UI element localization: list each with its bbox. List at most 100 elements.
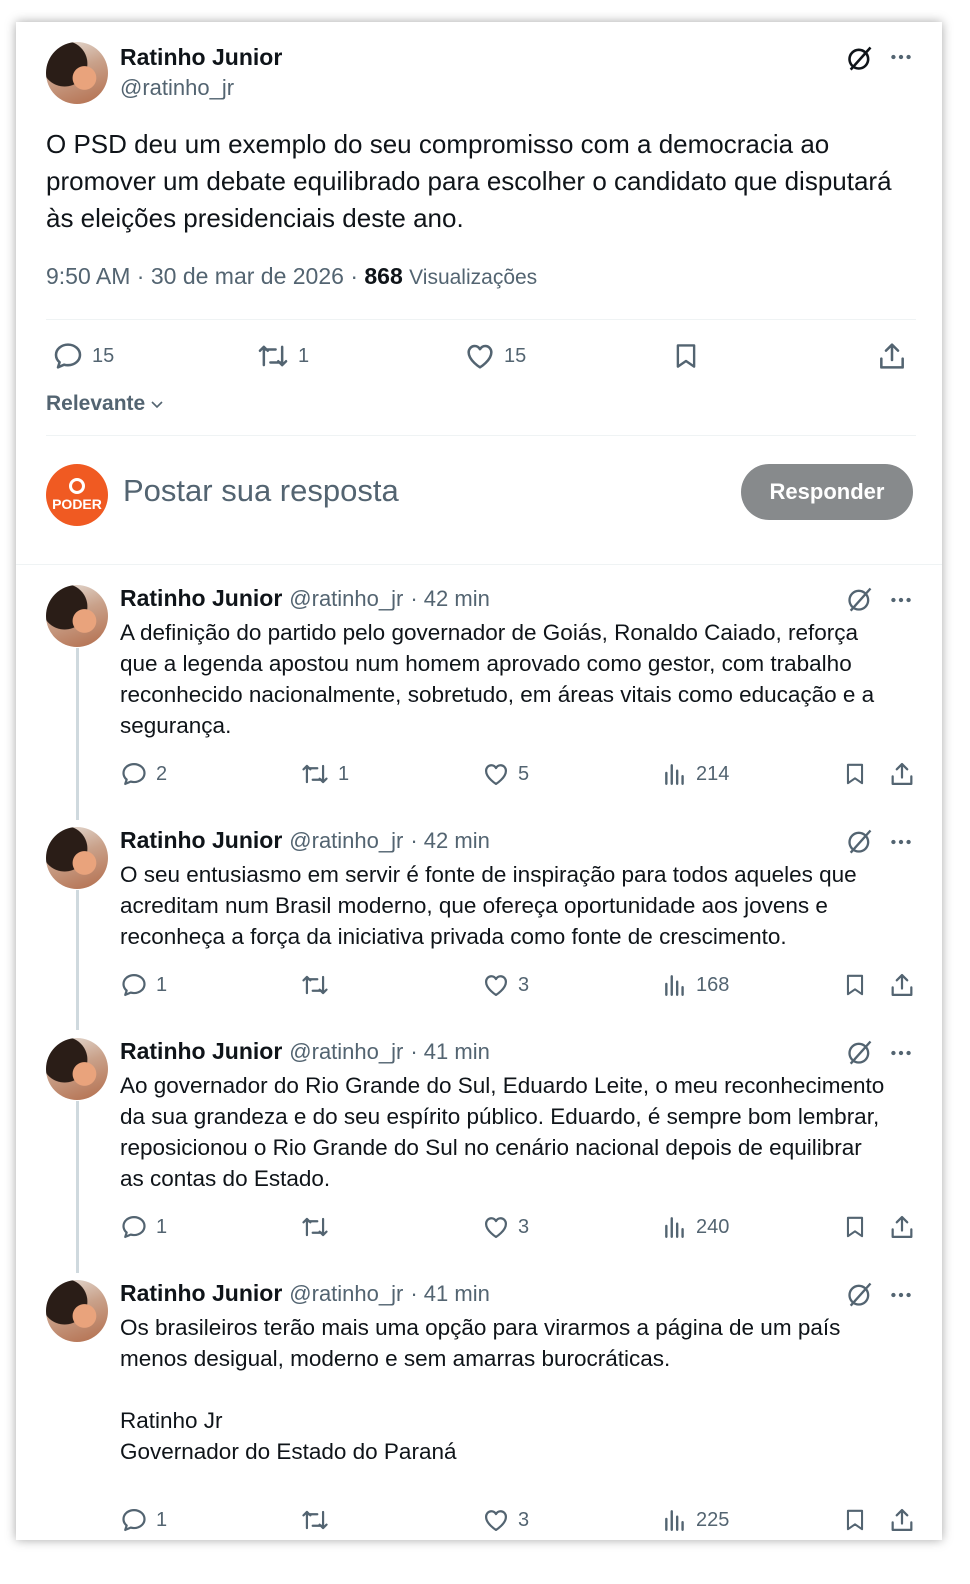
reply-button[interactable]: 1 [120, 971, 167, 999]
like-count: 5 [518, 762, 530, 785]
grok-icon[interactable] [846, 585, 874, 613]
post-date[interactable]: 30 de mar de 2026 [151, 263, 344, 289]
reply-text-line: Ao governador do Rio Grande do Sul, Edua… [120, 1073, 885, 1098]
submit-reply-button[interactable]: Responder [741, 464, 913, 520]
reply-author-handle[interactable]: @ratinho_jr [289, 828, 403, 854]
reply-input[interactable]: Postar sua resposta [123, 473, 399, 509]
reply-author-handle[interactable]: @ratinho_jr [289, 586, 403, 612]
reply-post[interactable]: Ratinho Junior @ratinho_jr · 41 min Ao g… [16, 1038, 942, 1258]
bookmark-icon [846, 974, 864, 996]
reply-author-name[interactable]: Ratinho Junior [120, 585, 282, 612]
reply-avatar[interactable] [46, 827, 108, 889]
repost-button[interactable]: 1 [256, 340, 309, 372]
grok-icon[interactable] [846, 827, 874, 855]
views-button[interactable]: 225 [662, 1506, 729, 1534]
reply-author-handle[interactable]: @ratinho_jr [289, 1039, 403, 1065]
more-options-icon[interactable] [888, 44, 914, 70]
share-button[interactable] [888, 1506, 916, 1534]
reply-text-line [120, 1374, 920, 1405]
views-button[interactable]: 214 [662, 760, 729, 788]
reply-author-name[interactable]: Ratinho Junior [120, 1280, 282, 1307]
like-button[interactable]: 5 [482, 760, 529, 788]
bookmark-button[interactable] [842, 971, 868, 999]
reply-time[interactable]: · 41 min [410, 1039, 489, 1065]
reply-author-name[interactable]: Ratinho Junior [120, 1038, 282, 1065]
views-count: 868 [364, 263, 403, 289]
reply-icon [122, 1508, 146, 1532]
reply-text-line: Os brasileiros terão mais uma opção para… [120, 1315, 841, 1340]
like-button[interactable]: 15 [464, 340, 526, 372]
repost-count: 1 [298, 344, 310, 367]
more-options-icon[interactable] [888, 1040, 914, 1066]
user-avatar[interactable]: PODER [46, 464, 108, 526]
reply-header: Ratinho Junior @ratinho_jr · 41 min [120, 1280, 490, 1307]
reply-text-line: menos desigual, moderno e sem amarras bu… [120, 1346, 671, 1371]
grok-icon[interactable] [846, 1038, 874, 1066]
views-count: 225 [696, 1508, 730, 1531]
share-icon [891, 1215, 913, 1239]
bookmark-icon [676, 344, 696, 368]
repost-button[interactable] [300, 971, 338, 999]
views-label: Visualizações [409, 266, 538, 289]
reply-time[interactable]: · 42 min [410, 828, 489, 854]
like-count: 15 [504, 344, 527, 367]
heart-icon [484, 764, 508, 786]
repost-button[interactable] [300, 1506, 338, 1534]
bookmark-button[interactable] [842, 1506, 868, 1534]
share-button[interactable] [888, 971, 916, 999]
reply-author-name[interactable]: Ratinho Junior [120, 827, 282, 854]
bookmark-button[interactable] [842, 1213, 868, 1241]
divider [46, 319, 916, 320]
reply-avatar[interactable] [46, 1038, 108, 1100]
more-options-icon[interactable] [888, 587, 914, 613]
reply-button[interactable]: 1 [120, 1506, 167, 1534]
reply-text-line: O seu entusiasmo em servir é fonte de in… [120, 862, 857, 887]
reply-text-line: as contas do Estado. [120, 1166, 331, 1191]
bookmark-button[interactable] [671, 340, 701, 372]
reply-avatar[interactable] [46, 1280, 108, 1342]
reply-text-line: da sua grandeza e do seu espírito públic… [120, 1104, 880, 1129]
post-card: Ratinho Junior @ratinho_jr O PSD deu um … [16, 22, 942, 1540]
reply-avatar[interactable] [46, 585, 108, 647]
reply-count: 2 [156, 762, 168, 785]
heart-icon [484, 1510, 508, 1532]
reply-button[interactable]: 2 [120, 760, 167, 788]
more-options-icon[interactable] [888, 1282, 914, 1308]
share-button[interactable] [888, 1213, 916, 1241]
views-count: 240 [696, 1215, 730, 1238]
divider [16, 564, 942, 565]
author-name[interactable]: Ratinho Junior [120, 44, 282, 71]
logo-dot-icon [69, 478, 85, 494]
repost-icon [302, 764, 328, 784]
bookmark-button[interactable] [842, 760, 868, 788]
reply-post[interactable]: Ratinho Junior @ratinho_jr · 42 min O se… [16, 827, 942, 1017]
like-button[interactable]: 3 [482, 1213, 529, 1241]
post-text: O PSD deu um exemplo do seu compromisso … [46, 129, 892, 233]
views-button[interactable]: 240 [662, 1213, 729, 1241]
reply-author-handle[interactable]: @ratinho_jr [289, 1281, 403, 1307]
reply-text-line: Ratinho Jr [120, 1408, 223, 1433]
share-button[interactable] [888, 760, 916, 788]
repost-button[interactable]: 1 [300, 760, 349, 788]
reply-post[interactable]: Ratinho Junior @ratinho_jr · 41 min Os b… [16, 1280, 942, 1532]
reply-text: A definição do partido pelo governador d… [120, 617, 920, 741]
reply-time[interactable]: · 42 min [410, 586, 489, 612]
heart-icon [484, 1217, 508, 1239]
more-options-icon[interactable] [888, 829, 914, 855]
sort-dropdown[interactable]: Relevante [46, 392, 165, 416]
like-button[interactable]: 3 [482, 971, 529, 999]
author-avatar[interactable] [46, 42, 108, 104]
views-button[interactable]: 168 [662, 971, 729, 999]
like-button[interactable]: 3 [482, 1506, 529, 1534]
post-time[interactable]: 9:50 AM [46, 263, 130, 289]
reply-button[interactable]: 15 [52, 340, 114, 372]
repost-button[interactable] [300, 1213, 338, 1241]
grok-icon[interactable] [846, 44, 874, 72]
share-button[interactable] [876, 340, 908, 372]
reply-post[interactable]: Ratinho Junior @ratinho_jr · 42 min A de… [16, 585, 942, 805]
reply-text-line: Governador do Estado do Paraná [120, 1439, 457, 1464]
reply-button[interactable]: 1 [120, 1213, 167, 1241]
grok-icon[interactable] [846, 1280, 874, 1308]
author-handle[interactable]: @ratinho_jr [120, 75, 234, 101]
reply-time[interactable]: · 41 min [410, 1281, 489, 1307]
